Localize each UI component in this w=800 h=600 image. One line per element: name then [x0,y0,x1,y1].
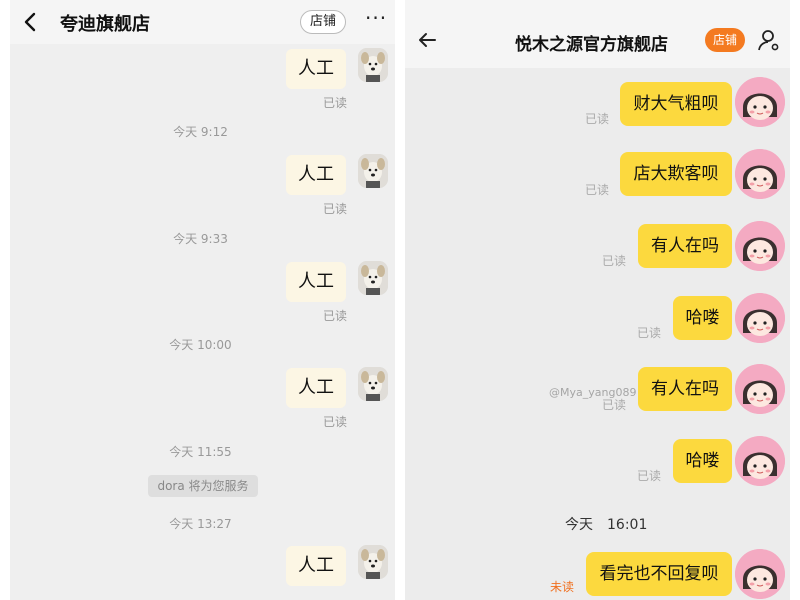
dog-avatar[interactable] [358,545,388,579]
timestamp: 今天 16:01 [565,517,648,533]
message-bubble[interactable]: 哈喽 [673,439,732,483]
girl-avatar[interactable] [735,364,785,414]
chat-title: 夸迪旗舰店 [60,14,150,35]
message-bubble[interactable]: 人工 [286,155,346,195]
read-status: 已读 [585,183,610,197]
chat-header: 夸迪旗舰店 店铺 ··· [10,0,395,44]
message-bubble[interactable]: 人工 [286,49,346,89]
message-bubble[interactable]: 人工 [286,368,346,408]
timestamp: 今天 10:00 [169,338,232,352]
timestamp: 今天 9:12 [173,125,228,139]
read-status: 已读 [323,309,348,323]
read-status: 已读 [637,326,662,340]
message-bubble[interactable]: 人工 [286,262,346,302]
more-dots-icon[interactable]: ··· [365,8,387,28]
system-notice: dora 将为您服务 [148,475,258,497]
girl-avatar[interactable] [735,436,785,486]
message-bubble[interactable]: 店大欺客呗 [620,152,732,196]
read-status: 已读 [323,202,348,216]
message-bubble[interactable]: 看完也不回复呗 [586,552,732,596]
left-chat-screenshot: 夸迪旗舰店 店铺 ··· 人工 已读 今天 9:12 人工 已读 今天 9:33… [10,0,395,600]
message-bubble[interactable]: 哈喽 [673,296,732,340]
unread-status: 未读 [550,580,575,594]
dog-avatar[interactable] [358,261,388,295]
store-button[interactable]: 店铺 [705,28,745,52]
girl-avatar[interactable] [735,77,785,127]
dog-avatar[interactable] [358,367,388,401]
dog-avatar[interactable] [358,48,388,82]
read-status: 已读 [323,96,348,110]
girl-avatar[interactable] [735,221,785,271]
message-bubble[interactable]: 有人在吗 [638,367,732,411]
timestamp: 今天 9:33 [173,232,228,246]
read-status: 已读 [602,254,627,268]
message-bubble[interactable]: 财大气粗呗 [620,82,732,126]
read-status: 已读 [323,415,348,429]
chat-header: 悦木之源官方旗舰店 店铺 [405,0,790,68]
timestamp: 今天 13:27 [169,517,232,531]
message-bubble[interactable]: 有人在吗 [638,224,732,268]
right-chat-screenshot: 悦木之源官方旗舰店 店铺 财大气粗呗 已读 店大欺客呗 已读 有人在吗 已读 哈… [405,0,790,600]
back-arrow-icon[interactable] [20,11,42,33]
chat-title: 悦木之源官方旗舰店 [515,35,668,55]
store-button[interactable]: 店铺 [300,10,346,34]
girl-avatar[interactable] [735,293,785,343]
girl-avatar[interactable] [735,149,785,199]
timestamp: 今天 11:55 [169,445,232,459]
girl-avatar[interactable] [735,549,785,599]
back-arrow-icon[interactable] [415,28,439,52]
watermark: @Mya_yang089 [549,386,637,399]
dog-avatar[interactable] [358,154,388,188]
message-bubble[interactable]: 人工 [286,546,346,586]
read-status: 已读 [637,469,662,483]
read-status: 已读 [585,112,610,126]
user-settings-icon[interactable] [757,28,781,52]
